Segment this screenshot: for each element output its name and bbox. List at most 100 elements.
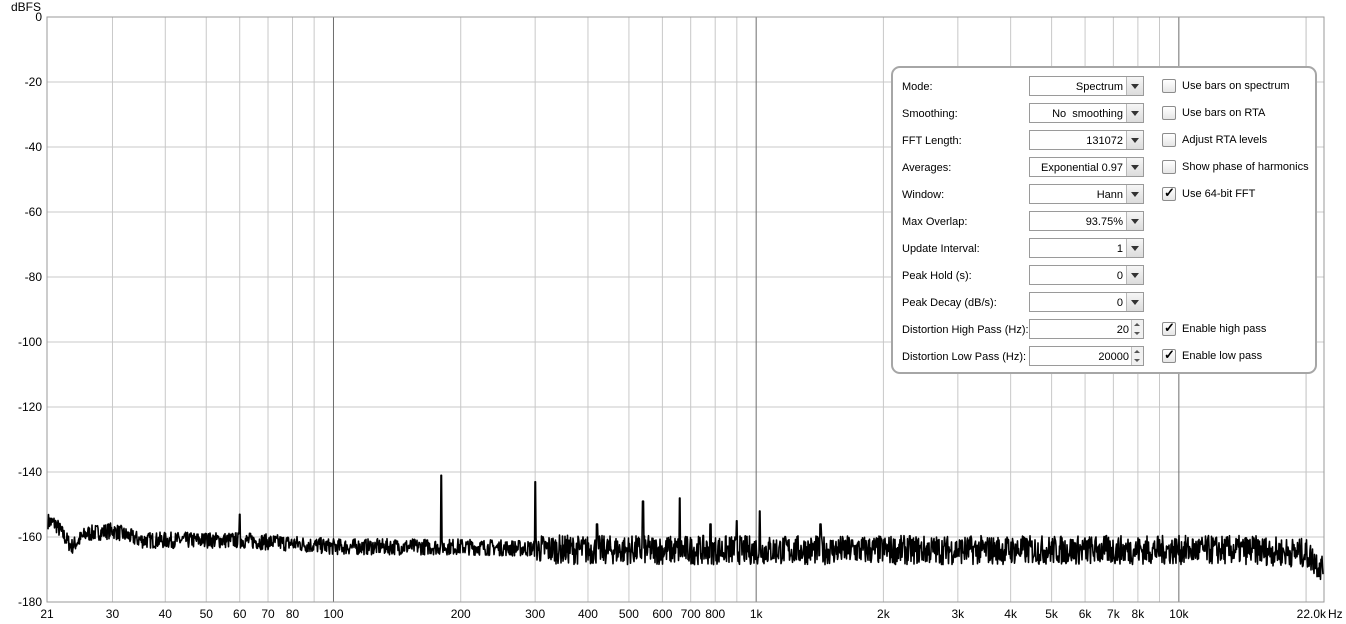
smoothing-label: Smoothing: (902, 108, 958, 120)
window-value: Hann (1096, 189, 1123, 201)
y-tick-label: -80 (25, 270, 43, 284)
mode-row: Mode: Spectrum Use bars on spectrum (893, 76, 1317, 98)
peak-decay-select[interactable]: 0 (1029, 292, 1144, 312)
y-tick-label: -120 (18, 400, 42, 414)
peak-decay-label: Peak Decay (dB/s): (902, 297, 997, 309)
max-overlap-value: 93.75% (1085, 216, 1123, 228)
y-tick-label: -140 (18, 465, 42, 479)
fft-length-label: FFT Length: (902, 135, 962, 147)
x-tick-label: 100 (323, 607, 343, 621)
x-tick-label: 30 (106, 607, 120, 621)
adjust-rta-levels-label: Adjust RTA levels (1182, 134, 1268, 146)
x-tick-label: 200 (451, 607, 471, 621)
averages-row: Averages: Exponential 0.97 Show phase of… (893, 157, 1317, 179)
y-tick-label: -40 (25, 140, 43, 154)
x-tick-label: 700 (681, 607, 701, 621)
fft-length-select[interactable]: 131072 (1029, 130, 1144, 150)
chevron-down-icon[interactable] (1126, 239, 1143, 257)
y-tick-label: -20 (25, 75, 43, 89)
distortion-high-pass-label: Distortion High Pass (Hz): (902, 324, 1029, 336)
checkmark-icon: ✓ (1164, 347, 1175, 362)
smoothing-select[interactable]: No smoothing (1029, 103, 1144, 123)
fft-length-row: FFT Length: 131072 Adjust RTA levels (893, 130, 1317, 152)
x-tick-label: 3k (951, 607, 965, 621)
x-tick-label: 800 (705, 607, 725, 621)
x-tick-label: 8k (1132, 607, 1146, 621)
fft-length-value: 131072 (1086, 135, 1123, 147)
checkbox-icon[interactable] (1162, 79, 1176, 93)
mode-label: Mode: (902, 81, 933, 93)
x-tick-label: 50 (200, 607, 214, 621)
max-overlap-label: Max Overlap: (902, 216, 968, 228)
peak-decay-row: Peak Decay (dB/s): 0 (893, 292, 1317, 314)
fft-64bit-label: Use 64-bit FFT (1182, 188, 1256, 200)
update-interval-value: 1 (1116, 243, 1123, 255)
checkbox-icon[interactable]: ✓ (1162, 185, 1176, 201)
x-tick-label: 400 (578, 607, 598, 621)
checkbox-icon[interactable] (1162, 106, 1176, 120)
checkbox-icon[interactable] (1162, 160, 1176, 174)
peak-hold-value: 0 (1116, 270, 1123, 282)
x-tick-label: 70 (261, 607, 275, 621)
distortion-low-pass-row: Distortion Low Pass (Hz): 20000 ✓ Enable… (893, 346, 1317, 368)
enable-high-pass-label: Enable high pass (1182, 323, 1267, 335)
distortion-high-pass-spinner[interactable]: 20 (1029, 319, 1144, 339)
y-tick-label: -60 (25, 205, 43, 219)
max-overlap-select[interactable]: 93.75% (1029, 211, 1144, 231)
checkmark-icon: ✓ (1164, 320, 1175, 335)
chevron-down-icon[interactable] (1126, 104, 1143, 122)
x-tick-label: 4k (1004, 607, 1018, 621)
x-tick-label: 22.0k (1297, 607, 1327, 621)
averages-label: Averages: (902, 162, 952, 174)
distortion-low-pass-label: Distortion Low Pass (Hz): (902, 351, 1027, 363)
update-interval-label: Update Interval: (902, 243, 980, 255)
y-axis: 0-20-40-60-80-100-120-140-160-180 (18, 10, 42, 609)
checkbox-icon[interactable]: ✓ (1162, 320, 1176, 336)
chevron-down-icon[interactable] (1126, 185, 1143, 203)
decrement-icon[interactable] (1131, 356, 1143, 365)
x-tick-label: 2k (877, 607, 891, 621)
chevron-down-icon[interactable] (1126, 266, 1143, 284)
checkmark-icon: ✓ (1164, 185, 1175, 200)
x-tick-label: 1k (750, 607, 764, 621)
distortion-high-pass-row: Distortion High Pass (Hz): 20 ✓ Enable h… (893, 319, 1317, 341)
window-row: Window: Hann ✓ Use 64-bit FFT (893, 184, 1317, 206)
x-tick-label: 60 (233, 607, 247, 621)
chevron-down-icon[interactable] (1126, 212, 1143, 230)
x-tick-label: 600 (652, 607, 672, 621)
averages-value: Exponential 0.97 (1041, 162, 1123, 174)
smoothing-value: No smoothing (1052, 108, 1123, 120)
decrement-icon[interactable] (1131, 329, 1143, 338)
update-interval-select[interactable]: 1 (1029, 238, 1144, 258)
averages-select[interactable]: Exponential 0.97 (1029, 157, 1144, 177)
mode-value: Spectrum (1075, 81, 1123, 93)
checkbox-icon[interactable]: ✓ (1162, 347, 1176, 363)
checkbox-icon[interactable] (1162, 133, 1176, 147)
window-label: Window: (902, 189, 945, 201)
chevron-down-icon[interactable] (1126, 158, 1143, 176)
chevron-down-icon[interactable] (1126, 293, 1143, 311)
update-interval-row: Update Interval: 1 (893, 238, 1317, 260)
analyser-settings-panel: Mode: Spectrum Use bars on spectrum Smoo… (891, 66, 1317, 374)
x-tick-label: 40 (159, 607, 173, 621)
x-axis-unit: Hz (1328, 607, 1343, 621)
bars-on-spectrum-label: Use bars on spectrum (1182, 80, 1290, 92)
chevron-down-icon[interactable] (1126, 77, 1143, 95)
y-axis-label: dBFS (11, 0, 41, 14)
x-tick-label: 10k (1169, 607, 1189, 621)
peak-decay-value: 0 (1116, 297, 1123, 309)
window-select[interactable]: Hann (1029, 184, 1144, 204)
x-tick-label: 5k (1045, 607, 1059, 621)
enable-low-pass-label: Enable low pass (1182, 350, 1263, 362)
peak-hold-select[interactable]: 0 (1029, 265, 1144, 285)
mode-select[interactable]: Spectrum (1029, 76, 1144, 96)
x-tick-label: 21 (40, 607, 54, 621)
x-tick-label: 80 (286, 607, 300, 621)
x-tick-label: 300 (525, 607, 545, 621)
x-tick-label: 7k (1107, 607, 1121, 621)
distortion-low-pass-spinner[interactable]: 20000 (1029, 346, 1144, 366)
y-tick-label: -180 (18, 595, 42, 609)
x-tick-label: 500 (619, 607, 639, 621)
peak-hold-row: Peak Hold (s): 0 (893, 265, 1317, 287)
chevron-down-icon[interactable] (1126, 131, 1143, 149)
